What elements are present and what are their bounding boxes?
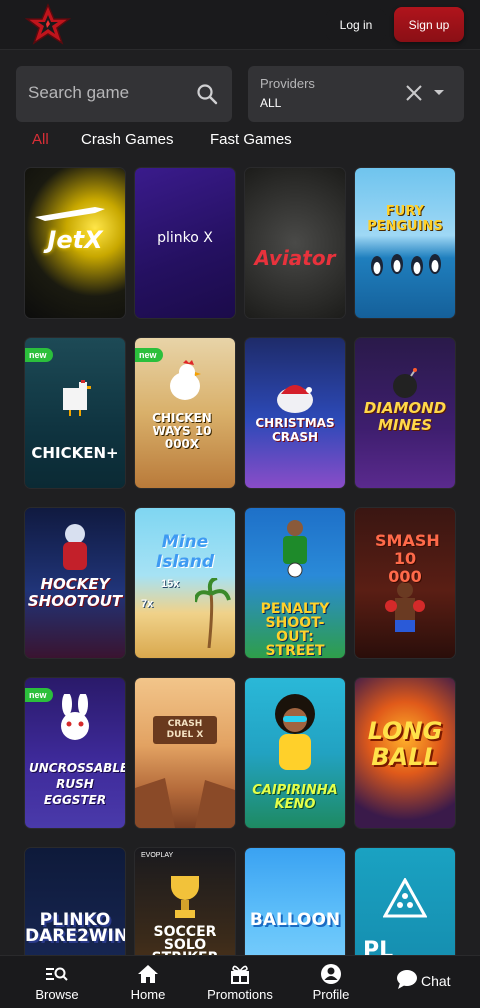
home-icon	[137, 963, 159, 985]
nav-label: Home	[130, 987, 166, 1002]
game-title: PLINKO DARE2WIN	[25, 910, 125, 946]
game-title: plinko X	[157, 230, 213, 246]
multiplier-label: 15x	[161, 578, 180, 590]
game-title: HOCKEY SHOOTOUT	[27, 575, 123, 610]
game-title: UNCROSSABLE RUSH EGGSTER	[29, 761, 125, 807]
signup-button[interactable]: Sign up	[394, 7, 464, 42]
game-card-crash-duel-x[interactable]: CRASH DUEL X	[135, 678, 235, 828]
game-card-mine-island[interactable]: Mine Island 15x 7x	[135, 508, 235, 658]
nav-label: Promotions	[207, 987, 273, 1002]
game-card-smash[interactable]: SMASH 10 000	[355, 508, 455, 658]
game-card-fury-penguins[interactable]: FURY PENGUINS	[355, 168, 455, 318]
new-badge: new	[25, 688, 53, 702]
game-card-caipirinha-keno[interactable]: CAIPIRINHA KENO	[245, 678, 345, 828]
game-card-chicken-ways[interactable]: new CHICKEN WAYS 10 000X	[135, 338, 235, 488]
chat-icon	[396, 969, 418, 992]
game-title: FURY PENGUINS	[367, 204, 443, 234]
new-badge: new	[25, 348, 53, 362]
tab-crash-games[interactable]: Crash Games	[81, 131, 174, 148]
game-title: CAIPIRINHA KENO	[252, 783, 338, 812]
chat-button[interactable]: Chat	[396, 969, 451, 992]
evoplay-label: EVOPLAY	[141, 852, 174, 859]
game-title: CHICKEN WAYS 10 000X	[152, 411, 212, 451]
providers-select[interactable]: Providers ALL	[248, 66, 464, 122]
nav-home[interactable]: Home	[121, 956, 175, 1008]
logo[interactable]	[24, 3, 72, 47]
game-title: PENALTY SHOOT-OUT: STREET	[260, 601, 330, 658]
game-card-uncrossable-rush[interactable]: new UNCROSSABLE RUSH EGGSTER	[25, 678, 125, 828]
providers-label: Providers	[260, 76, 315, 91]
tab-fast-games[interactable]: Fast Games	[210, 131, 292, 148]
game-card-penalty-shootout[interactable]: PENALTY SHOOT-OUT: STREET	[245, 508, 345, 658]
game-card-chicken-plus[interactable]: new CHICKEN+	[25, 338, 125, 488]
browse-icon	[46, 963, 68, 985]
nav-label: Browse	[35, 987, 79, 1002]
login-button[interactable]: Log in	[326, 9, 386, 41]
profile-icon	[320, 963, 342, 985]
game-title: LONG BALL	[367, 717, 443, 771]
close-icon[interactable]	[404, 83, 424, 103]
nav-promotions[interactable]: Promotions	[200, 956, 280, 1008]
game-title: SMASH 10 000	[375, 531, 440, 586]
game-title: CHRISTMAS CRASH	[255, 416, 335, 444]
search-icon[interactable]	[196, 83, 218, 105]
game-card-jetx[interactable]: JetX	[25, 168, 125, 318]
multiplier-label: 7x	[141, 598, 154, 610]
game-title: Mine Island	[155, 532, 214, 572]
tab-all[interactable]: All	[32, 131, 49, 148]
game-title: CRASH DUEL X	[153, 716, 217, 744]
game-card-christmas-crash[interactable]: CHRISTMAS CRASH	[245, 338, 345, 488]
game-card-long-ball[interactable]: LONG BALL	[355, 678, 455, 828]
game-title: Aviator	[254, 246, 336, 270]
nav-label: Profile	[312, 987, 350, 1002]
game-title: JetX	[47, 226, 103, 254]
nav-browse[interactable]: Browse	[25, 956, 89, 1008]
game-card-diamond-mines[interactable]: DIAMOND MINES	[355, 338, 455, 488]
game-title: CHICKEN+	[31, 444, 119, 462]
game-title: DIAMOND MINES	[363, 399, 447, 434]
game-card-plinko-x[interactable]: plinko X	[135, 168, 235, 318]
gift-icon	[229, 963, 251, 985]
search-placeholder: Search game	[28, 83, 130, 102]
game-card-aviator[interactable]: Aviator	[245, 168, 345, 318]
top-header: Log in Sign up	[0, 0, 480, 50]
search-input[interactable]: Search game	[16, 66, 232, 122]
chevron-down-icon[interactable]	[434, 90, 444, 95]
providers-value: ALL	[260, 96, 282, 110]
nav-profile[interactable]: Profile	[306, 956, 356, 1008]
game-card-hockey-shootout[interactable]: HOCKEY SHOOTOUT	[25, 508, 125, 658]
game-title: BALLOON	[249, 910, 341, 930]
chat-label: Chat	[421, 972, 451, 989]
new-badge: new	[135, 348, 163, 362]
